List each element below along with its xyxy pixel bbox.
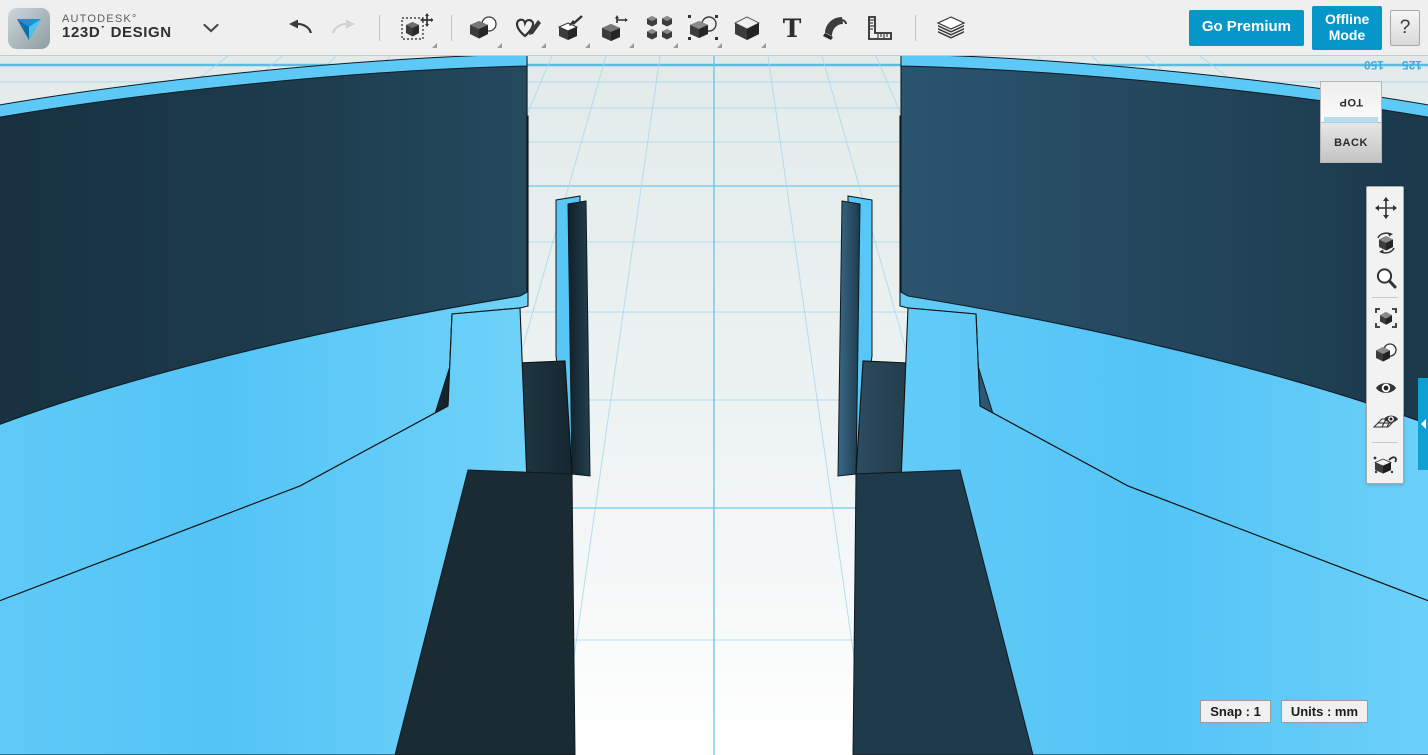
view-navigation-toolbar: [1366, 186, 1404, 484]
offline-mode-label-line2: Mode: [1329, 27, 1366, 43]
tool-dropdown-caret-icon: [497, 43, 502, 48]
autodesk-123d-logo-icon: [8, 7, 50, 49]
brand-product-label: 123D˙ DESIGN: [62, 25, 172, 42]
account-actions: Go Premium Offline Mode ?: [1189, 6, 1420, 50]
cube-sphere-view-icon: [1374, 342, 1398, 364]
pan-tool-button[interactable]: [1367, 190, 1405, 225]
snap-setting-chip[interactable]: Snap : 1: [1200, 700, 1271, 723]
paint-bucket-cube-icon: [1373, 452, 1399, 474]
toolbar-divider: [451, 15, 452, 41]
status-bar: Snap : 1 Units : mm: [1200, 700, 1368, 723]
magnifier-icon: [1375, 267, 1397, 289]
material-layers-tool-button[interactable]: [929, 6, 973, 50]
modify-tool-button[interactable]: [594, 6, 638, 50]
brand-area: AUTODESK° 123D˙ DESIGN: [0, 7, 222, 49]
tool-dropdown-caret-icon: [673, 43, 678, 48]
text-tool-button[interactable]: T: [770, 6, 814, 50]
transform-tool-button[interactable]: [393, 6, 441, 50]
top-toolbar: AUTODESK° 123D˙ DESIGN: [0, 0, 1428, 56]
tool-dropdown-caret-icon: [761, 43, 766, 48]
view-cube[interactable]: TOP BACK: [1320, 81, 1382, 163]
sketch-tool-button[interactable]: [506, 6, 550, 50]
grid-eye-icon: [1373, 413, 1399, 433]
view-cube-back-face[interactable]: BACK: [1320, 123, 1382, 163]
orbit-cube-icon: [1374, 232, 1398, 254]
tool-dropdown-caret-icon: [585, 43, 590, 48]
undo-button[interactable]: [278, 6, 322, 50]
visibility-button[interactable]: [1367, 370, 1405, 405]
3d-viewport[interactable]: TOP BACK 150 125: [0, 56, 1428, 755]
tool-dropdown-caret-icon: [432, 43, 437, 48]
toolbar-divider: [915, 15, 916, 41]
help-button[interactable]: ?: [1390, 10, 1420, 46]
four-arrows-pan-icon: [1375, 197, 1397, 219]
combine-tool-button[interactable]: [726, 6, 770, 50]
application-window: AUTODESK° 123D˙ DESIGN: [0, 0, 1428, 755]
view-style-button[interactable]: [1367, 335, 1405, 370]
tool-dropdown-caret-icon: [541, 43, 546, 48]
fit-view-button[interactable]: [1367, 300, 1405, 335]
eye-icon: [1374, 379, 1398, 397]
go-premium-button[interactable]: Go Premium: [1189, 10, 1304, 46]
redo-button[interactable]: [322, 6, 366, 50]
tool-dropdown-caret-icon: [717, 43, 722, 48]
measure-tool-button[interactable]: [858, 6, 902, 50]
materials-button[interactable]: [1367, 445, 1405, 480]
svg-text:T: T: [782, 15, 801, 41]
pattern-tool-button[interactable]: [638, 6, 682, 50]
navbar-divider: [1372, 442, 1398, 443]
grouping-tool-button[interactable]: [682, 6, 726, 50]
offline-mode-button[interactable]: Offline Mode: [1312, 6, 1382, 50]
chevron-left-icon: [1421, 419, 1426, 429]
offline-mode-label-line1: Offline: [1325, 11, 1369, 27]
3d-model-scene: [0, 56, 1428, 755]
navbar-divider: [1372, 297, 1398, 298]
brand-text: AUTODESK° 123D˙ DESIGN: [62, 13, 172, 42]
construct-tool-button[interactable]: [550, 6, 594, 50]
view-cube-back-label: BACK: [1334, 137, 1368, 149]
toolbar-divider: [379, 15, 380, 41]
grid-axis-label-150: 150: [1364, 58, 1384, 72]
units-setting-chip[interactable]: Units : mm: [1281, 700, 1368, 723]
grid-snaps-button[interactable]: [1367, 405, 1405, 440]
view-cube-top-label: TOP: [1339, 96, 1363, 108]
tool-group: T: [278, 6, 973, 50]
snap-magnet-tool-button[interactable]: [814, 6, 858, 50]
zoom-tool-button[interactable]: [1367, 260, 1405, 295]
question-mark-icon: ?: [1400, 17, 1411, 39]
fit-to-window-icon: [1374, 307, 1398, 329]
expand-side-panel-tab[interactable]: [1418, 378, 1428, 470]
orbit-tool-button[interactable]: [1367, 225, 1405, 260]
chevron-down-icon[interactable]: [200, 17, 222, 39]
tool-dropdown-caret-icon: [629, 43, 634, 48]
grid-axis-label-125: 125: [1402, 58, 1422, 72]
primitives-tool-button[interactable]: [462, 6, 506, 50]
